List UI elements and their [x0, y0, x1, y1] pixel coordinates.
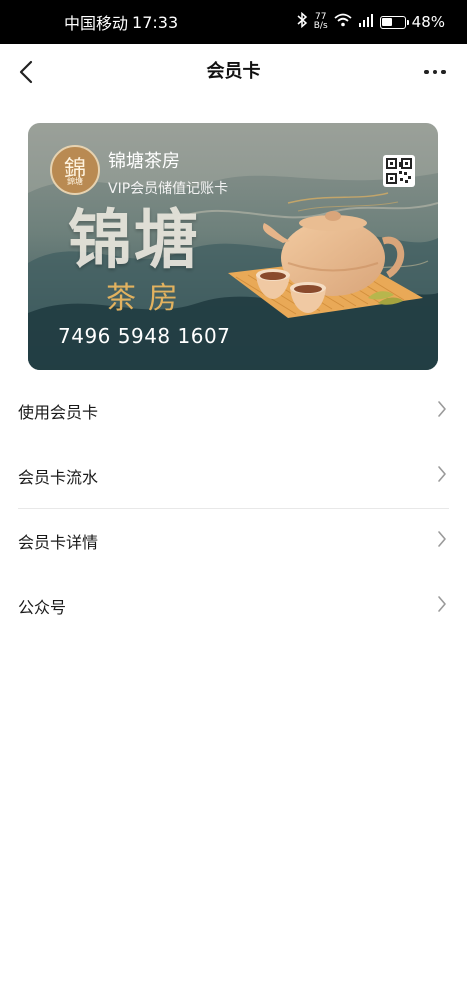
menu-item-card-transactions[interactable]: 会员卡流水 [0, 443, 467, 508]
status-right: 77 B/s 48% [296, 0, 445, 44]
qr-code-icon [386, 158, 412, 184]
chevron-right-icon [438, 596, 446, 612]
status-left: 中国移动 17:33 [64, 0, 178, 44]
menu-item-card-details[interactable]: 会员卡详情 [0, 508, 467, 573]
menu-item-label: 公众号 [18, 597, 67, 617]
clock: 17:33 [132, 12, 179, 32]
wifi-icon [334, 13, 352, 31]
nav-bar: 会员卡 [0, 44, 467, 100]
card-big-title: 锦塘 [68, 203, 200, 278]
chevron-right-icon [438, 531, 446, 547]
card-big-subtitle: 茶房 [106, 281, 190, 316]
battery-fill [382, 18, 393, 26]
shop-name: 锦塘茶房 [108, 151, 180, 172]
menu-item-label: 使用会员卡 [18, 402, 99, 422]
chevron-left-icon [19, 60, 33, 84]
card-menu: 使用会员卡 会员卡流水 会员卡详情 公众号 [0, 378, 467, 638]
chevron-right-icon [438, 466, 446, 482]
more-dots-icon [424, 69, 429, 75]
card-number: 7496 5948 1607 [58, 324, 231, 348]
shop-logo: 錦 錦塘 [50, 145, 100, 195]
page-title: 会员卡 [206, 61, 261, 82]
more-dot [432, 69, 438, 75]
cellular-signal-icon [358, 13, 374, 31]
chevron-right-icon [438, 401, 446, 417]
menu-item-use-card[interactable]: 使用会员卡 [0, 378, 467, 443]
net-speed: 77 B/s [314, 13, 328, 31]
menu-item-official-account[interactable]: 公众号 [0, 573, 467, 638]
more-dot [441, 69, 446, 75]
battery-icon [379, 15, 409, 29]
bluetooth-icon [296, 11, 308, 32]
membership-card[interactable]: 錦 錦塘 锦塘茶房 VIP会员储值记账卡 锦塘 茶房 7496 5948 160… [28, 123, 438, 370]
carrier-label: 中国移动 [64, 14, 129, 33]
qr-code-button[interactable] [383, 155, 415, 187]
more-button[interactable] [417, 56, 453, 88]
menu-item-label: 会员卡流水 [18, 467, 99, 487]
status-bar: 中国移动 17:33 77 B/s 48% [0, 0, 467, 44]
battery-percent: 48% [411, 13, 445, 31]
logo-subtext: 錦塘 [67, 177, 83, 186]
menu-item-label: 会员卡详情 [18, 532, 99, 552]
back-button[interactable] [10, 56, 42, 88]
net-speed-unit: B/s [313, 21, 328, 31]
